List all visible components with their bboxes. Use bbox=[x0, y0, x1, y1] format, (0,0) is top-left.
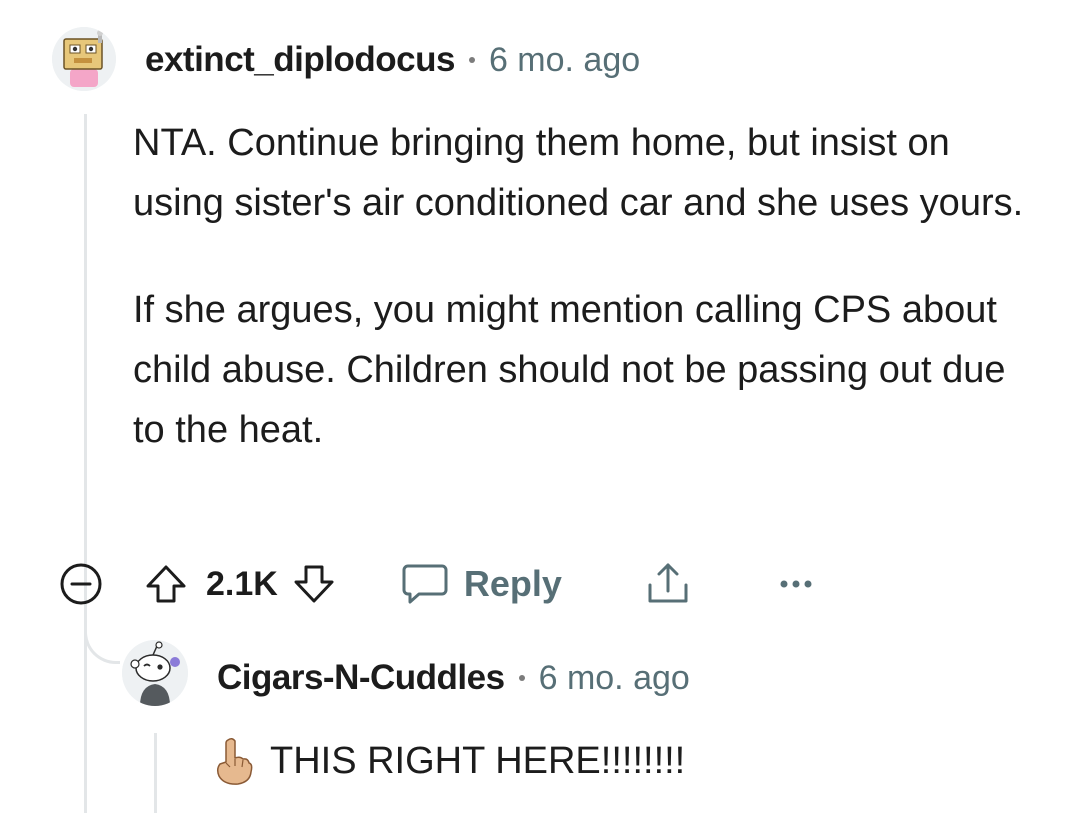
more-options-icon bbox=[780, 580, 812, 588]
reply-text: THIS RIGHT HERE!!!!!!!! bbox=[270, 739, 686, 782]
vote-count: 2.1K bbox=[206, 564, 278, 603]
separator-dot bbox=[518, 675, 525, 681]
pointing-up-hand-emoji-icon bbox=[216, 737, 253, 785]
upvote-button[interactable] bbox=[142, 560, 190, 608]
reply-header: Cigars-N-Cuddles 6 mo. ago bbox=[217, 656, 690, 700]
reply-body: THIS RIGHT HERE!!!!!!!! bbox=[210, 733, 685, 789]
reply-button[interactable]: Reply bbox=[402, 563, 562, 605]
comment-paragraph: NTA. Continue bringing them home, but in… bbox=[133, 122, 1024, 224]
comment-header: extinct_diplodocus 6 mo. ago bbox=[145, 38, 640, 82]
reply-thread-line bbox=[154, 733, 157, 813]
timestamp: 6 mo. ago bbox=[488, 40, 641, 79]
username-link[interactable]: extinct_diplodocus bbox=[145, 40, 455, 80]
separator-dot bbox=[468, 57, 475, 63]
collapse-minus-icon bbox=[60, 563, 102, 605]
upvote-arrow-icon bbox=[146, 565, 186, 603]
thread-line bbox=[84, 114, 87, 813]
speech-bubble-icon bbox=[402, 564, 448, 604]
reply-timestamp: 6 mo. ago bbox=[538, 658, 690, 697]
collapse-button[interactable] bbox=[58, 561, 104, 607]
downvote-arrow-icon bbox=[294, 565, 334, 603]
share-button[interactable] bbox=[642, 558, 694, 610]
reply-label: Reply bbox=[463, 563, 562, 604]
comment-paragraph: If she argues, you might mention calling… bbox=[133, 289, 1006, 451]
comment-body: NTA. Continue bringing them home, but in… bbox=[133, 113, 1033, 460]
more-options-button[interactable] bbox=[772, 560, 820, 608]
downvote-button[interactable] bbox=[290, 560, 338, 608]
reply-username-link[interactable]: Cigars-N-Cuddles bbox=[217, 658, 505, 698]
cardboard-robot-avatar-icon[interactable] bbox=[52, 27, 116, 91]
comment-action-bar: 2.1K Reply bbox=[58, 556, 820, 612]
snoo-avatar-icon[interactable] bbox=[122, 640, 188, 706]
share-icon bbox=[648, 563, 688, 603]
